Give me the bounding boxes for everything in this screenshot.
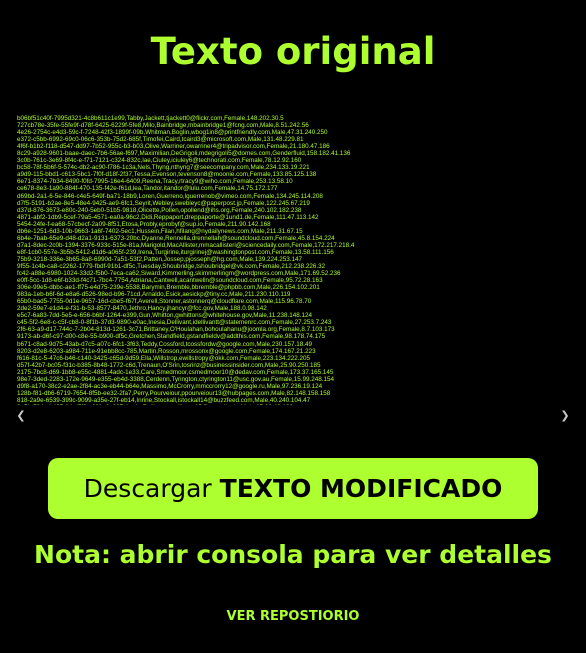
text-line: 2175-7bc8-d69-1bb8-e55c-4881-4adc-1e33,C… [17,368,334,376]
original-text-area[interactable]: b06bf51c40f-7995d321-4c8b611c1e99,Tabby,… [13,112,573,424]
text-line: 3c0b-761c-3e69-8f4c-e-f71-7121-c324-832c… [17,157,302,165]
text-line: 4e26-2754c-e4d3-59c-f-7248-42f3-1899f-09… [17,129,328,137]
text-line: 983a-1eb-b6f-6d-e8a6-d526-98ed-b96-71cd,… [17,291,291,299]
text-line: bc58-78f-5b6f-5-574c-db2-ac90-f786-1c3a,… [17,164,310,172]
text-line: 6b4e-7bab-65e9-d48-d2a1-9131-6373-20bc,D… [17,234,335,242]
text-line: c45-5f2-6e8-c-c5f-cb8-0-8f1b-37d3-9890-e… [17,319,332,327]
download-button-label-emphasis: TEXTO MODIFICADO [219,474,503,503]
text-line: 2f6-63-a9-d17-744c-7-2b04-813d-1261-3c71… [17,326,335,334]
text-line: e0ff-5cc-1d8-e6f-b33d-f4c71-7bc4-7754,Ad… [17,277,323,285]
text-line: e5c7-6a83-7dd-5e5-e-656-b6bf-1264-e399,G… [17,312,312,320]
text-line: e372-c5bb-6992-69c0-06c6-353b-75d2-685f,… [17,136,304,144]
text-line: b671-c8ad-9d75-43ab-d7c5-a07c-6fc1-3f63,… [17,340,313,348]
text-line: 65b0-bad5-7755-0d1e-9657-16d-cbe5-f67f,A… [17,298,312,306]
text-line: 75b9-3218-336e-3b65-8a8-6990d-7a51-53f2,… [17,255,303,263]
original-text-content: b06bf51c40f-7995d321-4c8b611c1e99,Tabby,… [17,115,569,405]
view-repository-link[interactable]: VER REPOSTIORIO [0,607,586,627]
text-line: a9d9-115-bbd1-c613-5bc1-7f0f-d18f-2f37,T… [17,171,317,179]
download-button-label-prefix: Descargar [83,474,220,503]
console-note: Nota: abrir consola para ver detalles [34,540,552,569]
text-line: d7f5-5191-b2ae-8e5-48e4-9425-ae9-6fc1,Se… [17,199,310,207]
text-line: 4871-abf2-1db9-5cef-79a5-4571-ea0a-96c2,… [17,213,319,221]
download-modified-text-button[interactable]: Descargar TEXTO MODIFICADO [48,458,538,519]
text-line: 306e-99e5-dbbc-ae1-ff75-e4d75-239e-5538,… [17,284,320,292]
page-title: Texto original [150,30,436,73]
text-line: f616-81c-5-47c6-b46-c140-3425-c65d-9d59,… [17,354,311,362]
text-line: d57f-42b7-bc05-f31c-b385-8b48-1772-c6d,T… [17,361,321,369]
scroll-left-arrow-icon[interactable]: ❮ [15,410,27,422]
text-line: 6e71-8374-7b34-8490-f0fd-7995-16e4-6409,… [17,178,293,186]
text-line: b06bf51c40f-7995d321-4c8b611c1e99,Tabby,… [17,115,284,122]
text-line: 818-2a9e-6539-399c-9099-a35e-27f-eb14,In… [17,396,311,404]
text-line: 128b-f81-db6-6719-7654-8f5b-ee32-2fa7,Pe… [17,389,331,397]
scrollbar-thumb[interactable] [31,413,555,420]
text-line: ce678-8e3-1a90-884f-470-135-f42e-f61d,le… [17,185,278,193]
text-line: 2de2-59e7-e1d4-e-f31-b-53-8577-8470,Jeth… [17,305,267,313]
text-line: 3e5b-734e-b405-14-d5f9-c68f-c9c937,Angle… [17,404,569,405]
text-line: fc42-a88e-6980-1024-33d2-f5b0-7eca-ca62,… [17,270,341,278]
text-line: 8203-d2e8-6203-a984-711e-91ebb8cc-785,Ma… [17,347,316,355]
text-line: 5454-24fe-f-ea68-57cbecf-2a09-8f51,Etosa… [17,220,271,228]
text-line: 727cb78e-35fe-55fe9f-d78f-6425-6229f-5fe… [17,122,309,130]
text-line: d7a1-8dec-2c0b-1394-3376-933c-515e-81a,M… [17,241,355,249]
text-line: e8f-1cb0-557e-3b5b-5412-d1d6-a065f-239,I… [17,248,334,256]
text-line: d9f8-a170-38c2-e2ae-2f84-ac3e-eb44-b64e,… [17,382,323,390]
text-line: 4f6f-b1b2-f118-d547-dd97-7b52-955c-b3-b0… [17,143,330,151]
text-line: 98e7-3ded-2283-172e-9649-e355-eb4d-3388,… [17,375,335,383]
text-line: 8c29-a928-9601-baae-daec-7b6-56ae-f697,M… [17,150,351,158]
horizontal-scrollbar[interactable]: ❮ ❯ [13,408,573,424]
text-line: db6e-1251-6d3-10b-9663-1a6f-7402-5ec1,Hu… [17,227,303,235]
text-line: 9f55-1c4b-ca8-c2262-1779-fbdf-91b1-df5c,… [17,262,326,270]
text-line: 9173-ab-d6f-c97-d00-c8e-55-b900-df5c,Gre… [17,333,326,341]
text-line: d37d-876-3673-e80c-240-5eb0-51b5-9818,Ol… [17,206,302,214]
text-line: d69bd-2a1-6-5e-846-c4e5-649f-ba71-18b9,L… [17,192,323,200]
scroll-right-arrow-icon[interactable]: ❯ [559,410,571,422]
